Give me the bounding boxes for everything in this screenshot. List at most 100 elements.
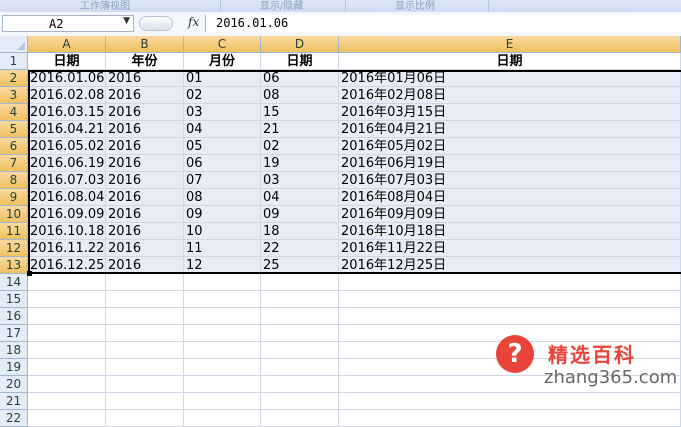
header-cell[interactable]: 日期 [261,53,339,70]
empty-cell[interactable] [106,308,184,325]
table-cell[interactable]: 2016年12月25日 [339,257,681,274]
row-header-12[interactable]: 12 [0,240,28,257]
empty-cell[interactable] [184,376,261,393]
column-header-c[interactable]: C [184,36,261,53]
row-header-19[interactable]: 19 [0,359,28,376]
empty-cell[interactable] [184,274,261,291]
table-cell[interactable]: 2016 [106,240,184,257]
empty-cell[interactable] [28,308,106,325]
empty-cell[interactable] [261,410,339,427]
table-cell[interactable]: 02 [184,87,261,104]
table-cell[interactable]: 2016年05月02日 [339,138,681,155]
table-cell[interactable]: 01 [184,70,261,87]
table-cell[interactable]: 04 [261,189,339,206]
table-cell[interactable]: 2016年01月06日 [339,70,681,87]
table-cell[interactable]: 2016年02月08日 [339,87,681,104]
empty-cell[interactable] [106,274,184,291]
select-all-button[interactable] [0,36,28,53]
row-header-16[interactable]: 16 [0,308,28,325]
insert-function-icon[interactable]: fx [188,15,199,29]
table-cell[interactable]: 2016年04月21日 [339,121,681,138]
table-cell[interactable]: 2016.02.08 [28,87,106,104]
fill-handle[interactable] [27,271,32,276]
column-header-a[interactable]: A [28,36,106,53]
empty-cell[interactable] [106,376,184,393]
row-header-20[interactable]: 20 [0,376,28,393]
table-cell[interactable]: 2016.03.15 [28,104,106,121]
table-cell[interactable]: 15 [261,104,339,121]
row-header-10[interactable]: 10 [0,206,28,223]
empty-cell[interactable] [261,274,339,291]
empty-cell[interactable] [106,393,184,410]
table-cell[interactable]: 2016.08.04 [28,189,106,206]
row-header-3[interactable]: 3 [0,87,28,104]
empty-cell[interactable] [28,410,106,427]
empty-cell[interactable] [184,410,261,427]
empty-cell[interactable] [106,325,184,342]
table-cell[interactable]: 2016年07月03日 [339,172,681,189]
table-cell[interactable]: 2016年10月18日 [339,223,681,240]
row-header-15[interactable]: 15 [0,291,28,308]
empty-cell[interactable] [184,291,261,308]
empty-cell[interactable] [28,274,106,291]
table-cell[interactable]: 2016 [106,87,184,104]
empty-cell[interactable] [339,410,681,427]
table-cell[interactable]: 2016 [106,70,184,87]
empty-cell[interactable] [261,291,339,308]
table-cell[interactable]: 08 [261,87,339,104]
table-cell[interactable]: 09 [184,206,261,223]
table-cell[interactable]: 2016.05.02 [28,138,106,155]
row-header-5[interactable]: 5 [0,121,28,138]
header-cell[interactable]: 日期 [28,53,106,70]
empty-cell[interactable] [261,308,339,325]
empty-cell[interactable] [28,376,106,393]
empty-cell[interactable] [184,359,261,376]
chevron-down-icon[interactable]: ▼ [123,16,130,26]
empty-cell[interactable] [261,359,339,376]
ribbon-group-show-hide[interactable]: 显示/隐藏 [260,0,303,12]
row-header-22[interactable]: 22 [0,410,28,427]
row-header-1[interactable]: 1 [0,53,28,70]
empty-cell[interactable] [261,342,339,359]
table-cell[interactable]: 21 [261,121,339,138]
table-cell[interactable]: 2016 [106,138,184,155]
empty-cell[interactable] [184,308,261,325]
table-cell[interactable]: 03 [184,104,261,121]
column-header-d[interactable]: D [261,36,339,53]
table-cell[interactable]: 11 [184,240,261,257]
empty-cell[interactable] [339,291,681,308]
row-header-4[interactable]: 4 [0,104,28,121]
table-cell[interactable]: 2016.07.03 [28,172,106,189]
table-cell[interactable]: 19 [261,155,339,172]
table-cell[interactable]: 2016年09月09日 [339,206,681,223]
table-cell[interactable]: 2016 [106,121,184,138]
table-cell[interactable]: 2016 [106,104,184,121]
table-cell[interactable]: 12 [184,257,261,274]
empty-cell[interactable] [106,410,184,427]
empty-cell[interactable] [339,393,681,410]
table-cell[interactable]: 06 [184,155,261,172]
empty-cell[interactable] [261,376,339,393]
table-cell[interactable]: 2016.10.18 [28,223,106,240]
row-header-8[interactable]: 8 [0,172,28,189]
empty-cell[interactable] [28,325,106,342]
empty-cell[interactable] [184,342,261,359]
column-header-e[interactable]: E [339,36,681,53]
ribbon-group-workbook-views[interactable]: 工作簿视图 [80,0,130,12]
row-header-7[interactable]: 7 [0,155,28,172]
table-cell[interactable]: 2016 [106,206,184,223]
row-header-21[interactable]: 21 [0,393,28,410]
table-cell[interactable]: 2016 [106,189,184,206]
table-cell[interactable]: 04 [184,121,261,138]
row-header-13[interactable]: 13 [0,257,28,274]
table-cell[interactable]: 2016 [106,172,184,189]
table-cell[interactable]: 2016.11.22 [28,240,106,257]
table-cell[interactable]: 2016 [106,257,184,274]
row-header-6[interactable]: 6 [0,138,28,155]
splitter-handle[interactable] [139,16,173,31]
header-cell[interactable]: 日期 [339,53,681,70]
table-cell[interactable]: 2016.12.25 [28,257,106,274]
header-cell[interactable]: 年份 [106,53,184,70]
table-cell[interactable]: 25 [261,257,339,274]
empty-cell[interactable] [261,393,339,410]
